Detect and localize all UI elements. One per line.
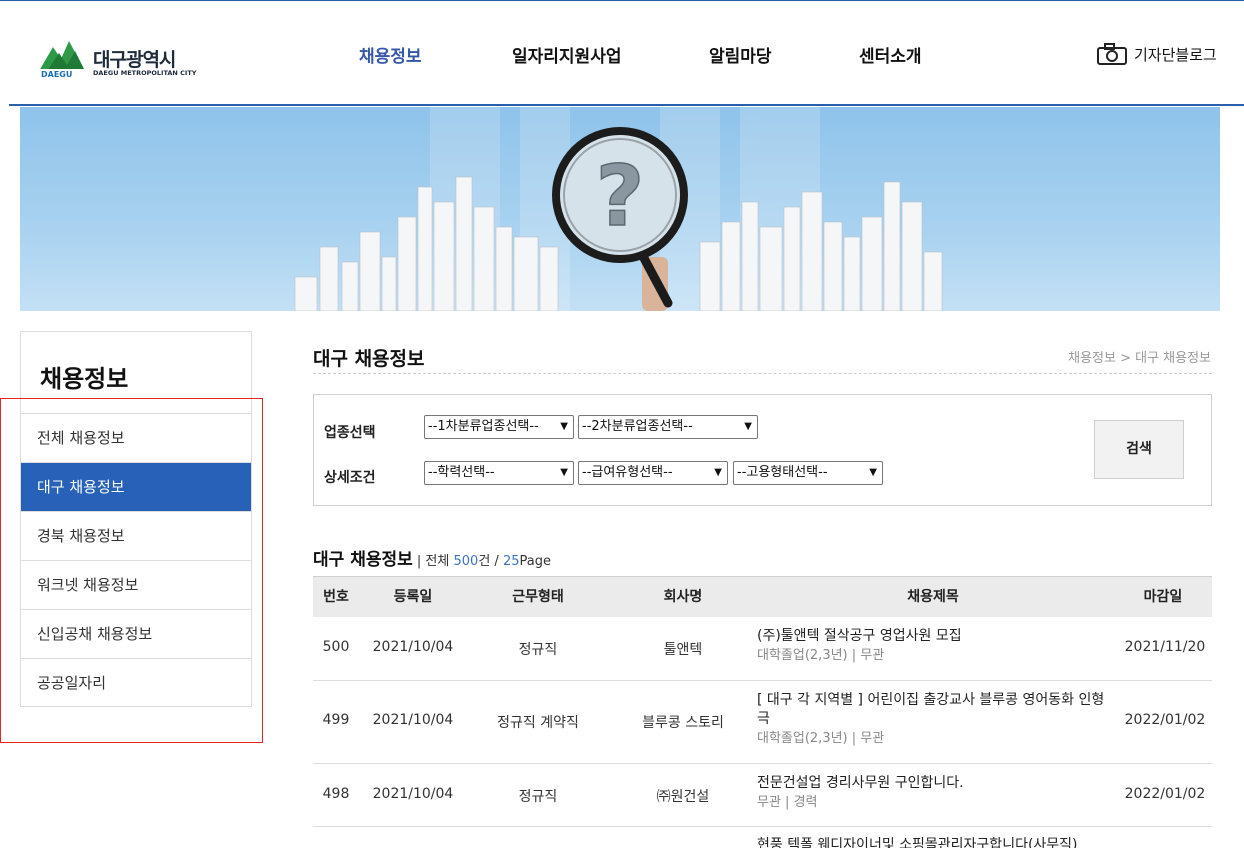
search-panel: 업종선택 상세조건 --1차분류업종선택-- ▼ --2차분류업종선택-- ▼ --…	[313, 394, 1212, 506]
row-company: 툴앤텍	[663, 642, 703, 658]
row-conditions: 대학졸업(2,3년) | 무관	[757, 648, 885, 663]
breadcrumb: 채용정보 > 대구 채용정보	[1068, 351, 1211, 366]
column-deadline: 마감일	[1143, 589, 1183, 605]
chevron-down-icon: ▼	[714, 467, 722, 478]
table-header: 번호 등록일 근무형태 회사명 채용제목 마감일	[313, 576, 1212, 617]
list-separator: |	[412, 554, 426, 569]
column-number: 번호	[323, 589, 349, 605]
total-prefix: 전체	[425, 554, 454, 569]
total-count: 500	[453, 554, 479, 569]
logo-english-text: DAEGU METROPOLITAN CITY	[93, 69, 197, 77]
row-conditions: 무관 | 경력	[757, 795, 818, 810]
page-title: 대구 채용정보	[313, 348, 425, 370]
title-divider	[313, 373, 1212, 374]
reporter-blog-link[interactable]: 기자단블로그	[1097, 42, 1217, 66]
row-title[interactable]: 현풍 텍폴 웨디자이너및 소핑몰관리자구합니다(사무직)	[757, 836, 1117, 848]
svg-text:?: ?	[596, 147, 645, 245]
hero-banner: ?	[20, 107, 1220, 311]
chevron-down-icon: ▼	[560, 421, 568, 432]
salary-type-value: --급여유형선택--	[582, 465, 673, 480]
salary-type-select[interactable]: --급여유형선택-- ▼	[578, 461, 728, 485]
row-title-block[interactable]: (주)툴앤텍 절삭공구 영업사원 모집 대학졸업(2,3년) | 무관	[757, 627, 1117, 665]
row-deadline: 2021/11/20	[1124, 639, 1206, 655]
row-date: 2021/10/04	[372, 639, 454, 655]
row-title-block[interactable]: 현풍 텍폴 웨디자이너및 소핑몰관리자구합니다(사무직)	[757, 836, 1117, 848]
table-row[interactable]: 498 2021/10/04 정규직 ㈜원건설 전문건설업 경리사무원 구인합니…	[313, 764, 1212, 827]
column-title: 채용제목	[907, 589, 959, 605]
employment-type-select[interactable]: --고용형태선택-- ▼	[733, 461, 883, 485]
row-deadline: 2022/01/02	[1124, 712, 1206, 728]
row-deadline: 2022/01/02	[1124, 786, 1206, 802]
industry-category1-value: --1차분류업종선택--	[428, 419, 539, 434]
table-row[interactable]: 499 2021/10/04 정규직 계약직 블루콩 스토리 [ 대구 각 지역…	[313, 681, 1212, 764]
daegu-logo[interactable]: DAEGU 대구광역시 DAEGU METROPOLITAN CITY	[39, 39, 209, 81]
row-title-block[interactable]: [ 대구 각 지역별 ] 어린이집 출강교사 블루콩 영어동화 인형극 대학졸업…	[757, 691, 1117, 748]
row-conditions: 대학졸업(2,3년) | 무관	[757, 731, 885, 746]
page-count: 25	[502, 554, 520, 569]
chevron-down-icon: ▼	[869, 467, 877, 478]
row-number: 499	[322, 712, 350, 728]
education-select[interactable]: --학력선택-- ▼	[424, 461, 574, 485]
employment-type-value: --고용형태선택--	[737, 465, 828, 480]
row-number: 500	[322, 639, 350, 655]
education-value: --학력선택--	[428, 465, 495, 480]
total-unit: 건	[478, 554, 491, 569]
row-date: 2021/10/04	[372, 712, 454, 728]
sidebar-title: 채용정보	[40, 365, 129, 393]
search-button[interactable]: 검색	[1094, 420, 1184, 479]
industry-category2-value: --2차분류업종선택--	[582, 419, 693, 434]
row-title[interactable]: (주)툴앤텍 절삭공구 영업사원 모집	[757, 627, 1117, 646]
nav-center-intro[interactable]: 센터소개	[859, 42, 922, 67]
highlight-box	[0, 398, 263, 743]
chevron-down-icon: ▼	[560, 467, 568, 478]
industry-category2-select[interactable]: --2차분류업종선택-- ▼	[578, 415, 758, 439]
column-work-type: 근무형태	[512, 589, 564, 605]
logo-daegu-badge: DAEGU	[41, 70, 73, 79]
row-work-type: 정규직	[518, 642, 558, 658]
row-title-block[interactable]: 전문건설업 경리사무원 구인합니다. 무관 | 경력	[757, 774, 1117, 812]
page-unit: Page	[519, 554, 551, 569]
list-title: 대구 채용정보	[313, 550, 413, 570]
nav-job-support[interactable]: 일자리지원사업	[512, 42, 621, 67]
column-company: 회사명	[663, 589, 703, 605]
table-row[interactable]: 500 2021/10/04 정규직 툴앤텍 (주)툴앤텍 절삭공구 영업사원 …	[313, 617, 1212, 681]
row-number: 498	[322, 786, 350, 802]
row-work-type: 정규직 계약직	[497, 715, 579, 731]
row-date: 2021/10/04	[372, 786, 454, 802]
blog-label: 기자단블로그	[1134, 45, 1217, 64]
industry-category1-select[interactable]: --1차분류업종선택-- ▼	[424, 415, 574, 439]
row-company: 블루콩 스토리	[642, 715, 724, 731]
detail-label: 상세조건	[324, 470, 376, 486]
row-company: ㈜원건설	[656, 789, 710, 805]
logo-korean-text: 대구광역시	[93, 49, 176, 71]
row-title[interactable]: 전문건설업 경리사무원 구인합니다.	[757, 774, 1117, 793]
camera-icon	[1097, 43, 1127, 65]
nav-job-info[interactable]: 채용정보	[359, 42, 422, 67]
column-date: 등록일	[393, 589, 433, 605]
city-magnifier-illustration: ?	[294, 107, 943, 311]
site-header: DAEGU 대구광역시 DAEGU METROPOLITAN CITY 채용정보…	[9, 1, 1244, 106]
industry-label: 업종선택	[324, 425, 376, 441]
list-summary: 대구 채용정보 | 전체 500건 / 25Page	[313, 545, 551, 570]
page-separator: /	[490, 554, 503, 569]
chevron-down-icon: ▼	[744, 421, 752, 432]
table-row[interactable]: 현풍 텍폴 웨디자이너및 소핑몰관리자구합니다(사무직)	[313, 827, 1212, 848]
nav-notice[interactable]: 알림마당	[709, 42, 772, 67]
row-work-type: 정규직	[518, 789, 558, 805]
row-title[interactable]: [ 대구 각 지역별 ] 어린이집 출강교사 블루콩 영어동화 인형극	[757, 691, 1117, 729]
